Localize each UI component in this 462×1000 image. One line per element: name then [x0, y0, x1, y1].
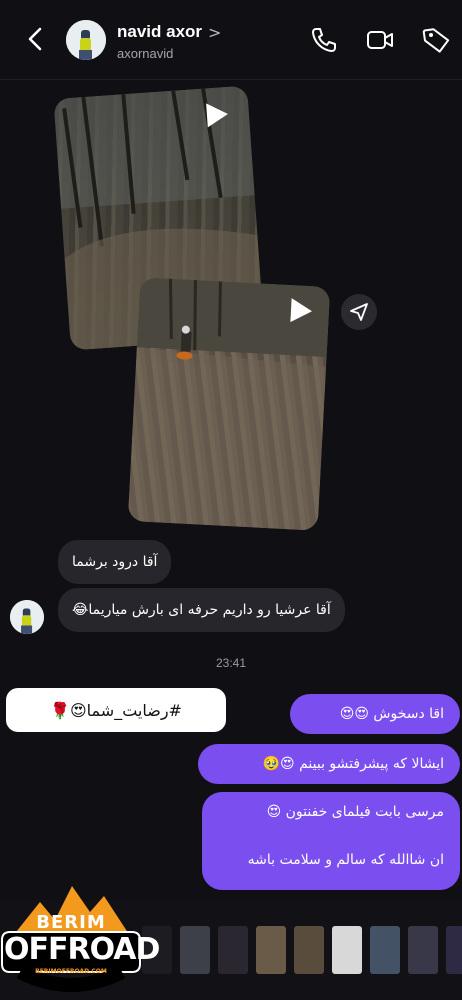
play-icon[interactable] [284, 295, 316, 327]
message-line: ان شاالله که سالم و سلامت باشه [247, 852, 444, 868]
gallery-thumbnail[interactable] [446, 926, 462, 974]
avatar[interactable] [66, 20, 106, 60]
timestamp: 23:41 [215, 656, 247, 670]
logo-text: BERIM OFFROAD [4, 912, 160, 967]
play-icon[interactable] [200, 99, 232, 131]
contact-username: axornavid [117, 46, 174, 61]
contact-name-row[interactable]: navid axor > [117, 22, 221, 42]
story-reply-tag[interactable]: #رضایت_شما😍🌹 [6, 688, 226, 732]
share-button[interactable] [341, 294, 377, 330]
outgoing-message[interactable]: ایشالا که پیشرفتشو ببینم 😍🥹 [198, 744, 460, 784]
phone-icon[interactable] [308, 24, 340, 56]
incoming-message[interactable]: آقا عرشیا رو داریم حرفه ای بارش میاریما😂 [58, 588, 345, 632]
back-arrow-icon[interactable] [18, 22, 52, 56]
gallery-thumbnail[interactable] [180, 926, 210, 974]
avatar[interactable] [10, 600, 44, 634]
share-send-icon [350, 303, 368, 321]
gallery-thumbnails [142, 926, 462, 974]
gallery-thumbnail[interactable] [370, 926, 400, 974]
gallery-thumbnail[interactable] [218, 926, 248, 974]
gallery-thumbnail[interactable] [332, 926, 362, 974]
incoming-message[interactable]: آقا درود برشما [58, 540, 172, 584]
logo-url: BERIMOFFROAD.COM [35, 968, 107, 975]
chat-header: navid axor > axornavid [0, 0, 462, 80]
outgoing-message[interactable]: مرسی بابت فیلمای خفنتون 😍 ان شاالله که س… [202, 792, 460, 890]
logo-line2: OFFROAD [4, 932, 160, 967]
gallery-thumbnail[interactable] [408, 926, 438, 974]
video-thumbnail-rider[interactable] [127, 277, 331, 531]
chevron-right-icon: > [208, 22, 222, 42]
gallery-thumbnail[interactable] [256, 926, 286, 974]
logo-line1: BERIM [36, 912, 106, 933]
outgoing-message[interactable]: اقا دسخوش 😍😍 [290, 694, 460, 734]
contact-name[interactable]: navid axor [117, 22, 202, 42]
tag-icon[interactable] [420, 24, 452, 56]
gallery-thumbnail[interactable] [294, 926, 324, 974]
message-line: مرسی بابت فیلمای خفنتون 😍 [266, 804, 444, 820]
video-camera-icon[interactable] [364, 24, 396, 56]
